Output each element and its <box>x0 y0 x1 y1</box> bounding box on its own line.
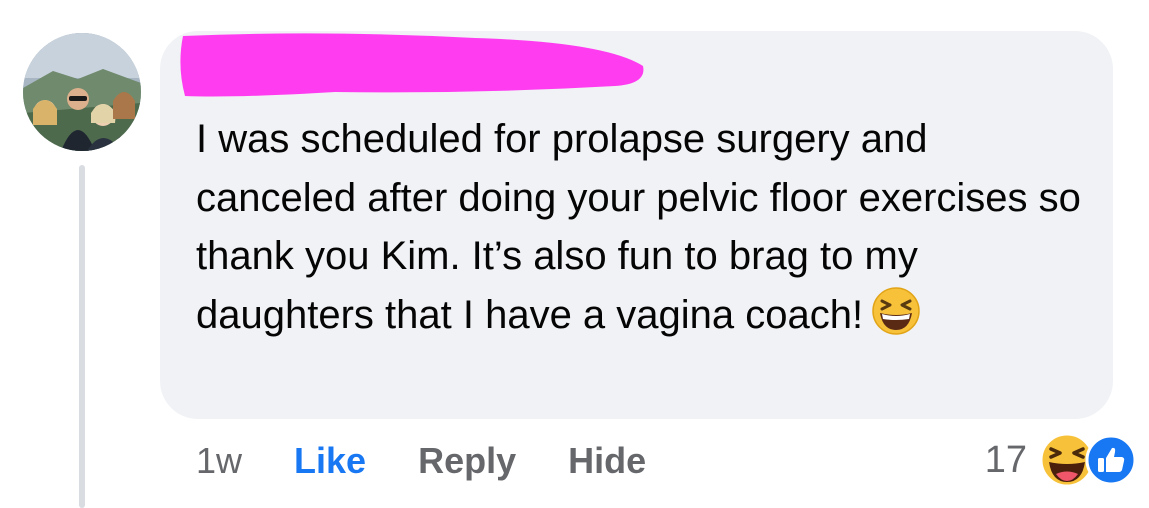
reactions-summary[interactable]: 17 <box>985 432 1137 488</box>
like-reaction-icon <box>1085 434 1137 491</box>
thread-connector-line <box>79 165 85 508</box>
comment-timestamp[interactable]: 1w <box>196 440 242 482</box>
reaction-count: 17 <box>984 438 1027 481</box>
comment-actions: 1w Like Reply Hide <box>196 436 698 486</box>
hide-button[interactable]: Hide <box>568 440 646 482</box>
reaction-icons <box>1039 432 1137 488</box>
reply-button[interactable]: Reply <box>418 440 516 482</box>
like-button[interactable]: Like <box>294 440 366 482</box>
name-redaction-mark <box>180 33 644 97</box>
grinning-squinting-face-icon <box>871 286 921 353</box>
commenter-avatar[interactable] <box>23 33 141 151</box>
comment-text: I was scheduled for prolapse surgery and… <box>196 110 1096 352</box>
comment-body: I was scheduled for prolapse surgery and… <box>196 117 1081 337</box>
